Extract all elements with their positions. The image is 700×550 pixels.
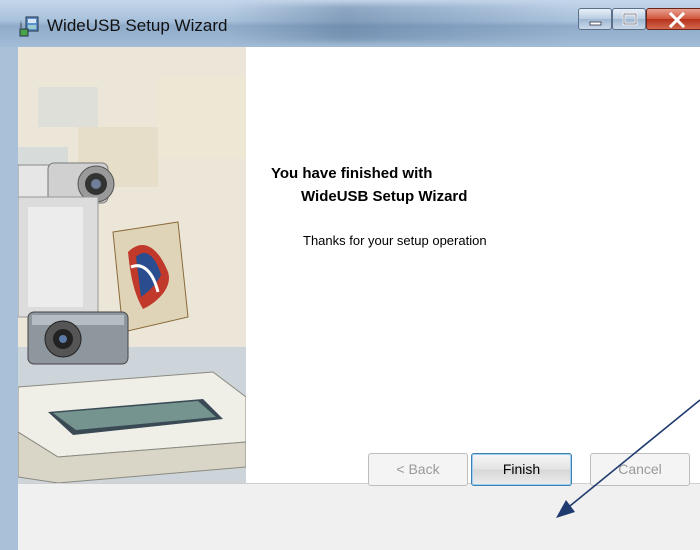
- wizard-content: You have finished with WideUSB Setup Wiz…: [246, 47, 700, 483]
- minimize-button[interactable]: [578, 8, 612, 30]
- close-icon: [668, 11, 686, 29]
- window-title: WideUSB Setup Wizard: [47, 16, 228, 35]
- thanks-message: Thanks for your setup operation: [303, 233, 487, 248]
- devices-illustration: [18, 47, 246, 483]
- maximize-icon: [622, 12, 638, 26]
- svg-text:i: i: [20, 20, 22, 30]
- title-bar-background: [230, 4, 570, 42]
- back-button[interactable]: < Back: [368, 453, 468, 486]
- setup-icon: i: [19, 16, 39, 37]
- close-button[interactable]: [646, 8, 700, 30]
- maximize-button[interactable]: [612, 8, 646, 30]
- setup-wizard-window: i WideUSB Setup Wizard You have finished…: [0, 0, 700, 550]
- finish-button[interactable]: Finish: [471, 453, 572, 486]
- finish-heading-line1: You have finished with: [271, 165, 433, 182]
- wizard-footer: [18, 483, 700, 550]
- finish-heading-line2: WideUSB Setup Wizard: [301, 188, 468, 205]
- minimize-icon: [589, 21, 602, 26]
- banner-artwork: [18, 47, 246, 483]
- cancel-button[interactable]: Cancel: [590, 453, 690, 486]
- title-bar[interactable]: i WideUSB Setup Wizard: [0, 0, 700, 47]
